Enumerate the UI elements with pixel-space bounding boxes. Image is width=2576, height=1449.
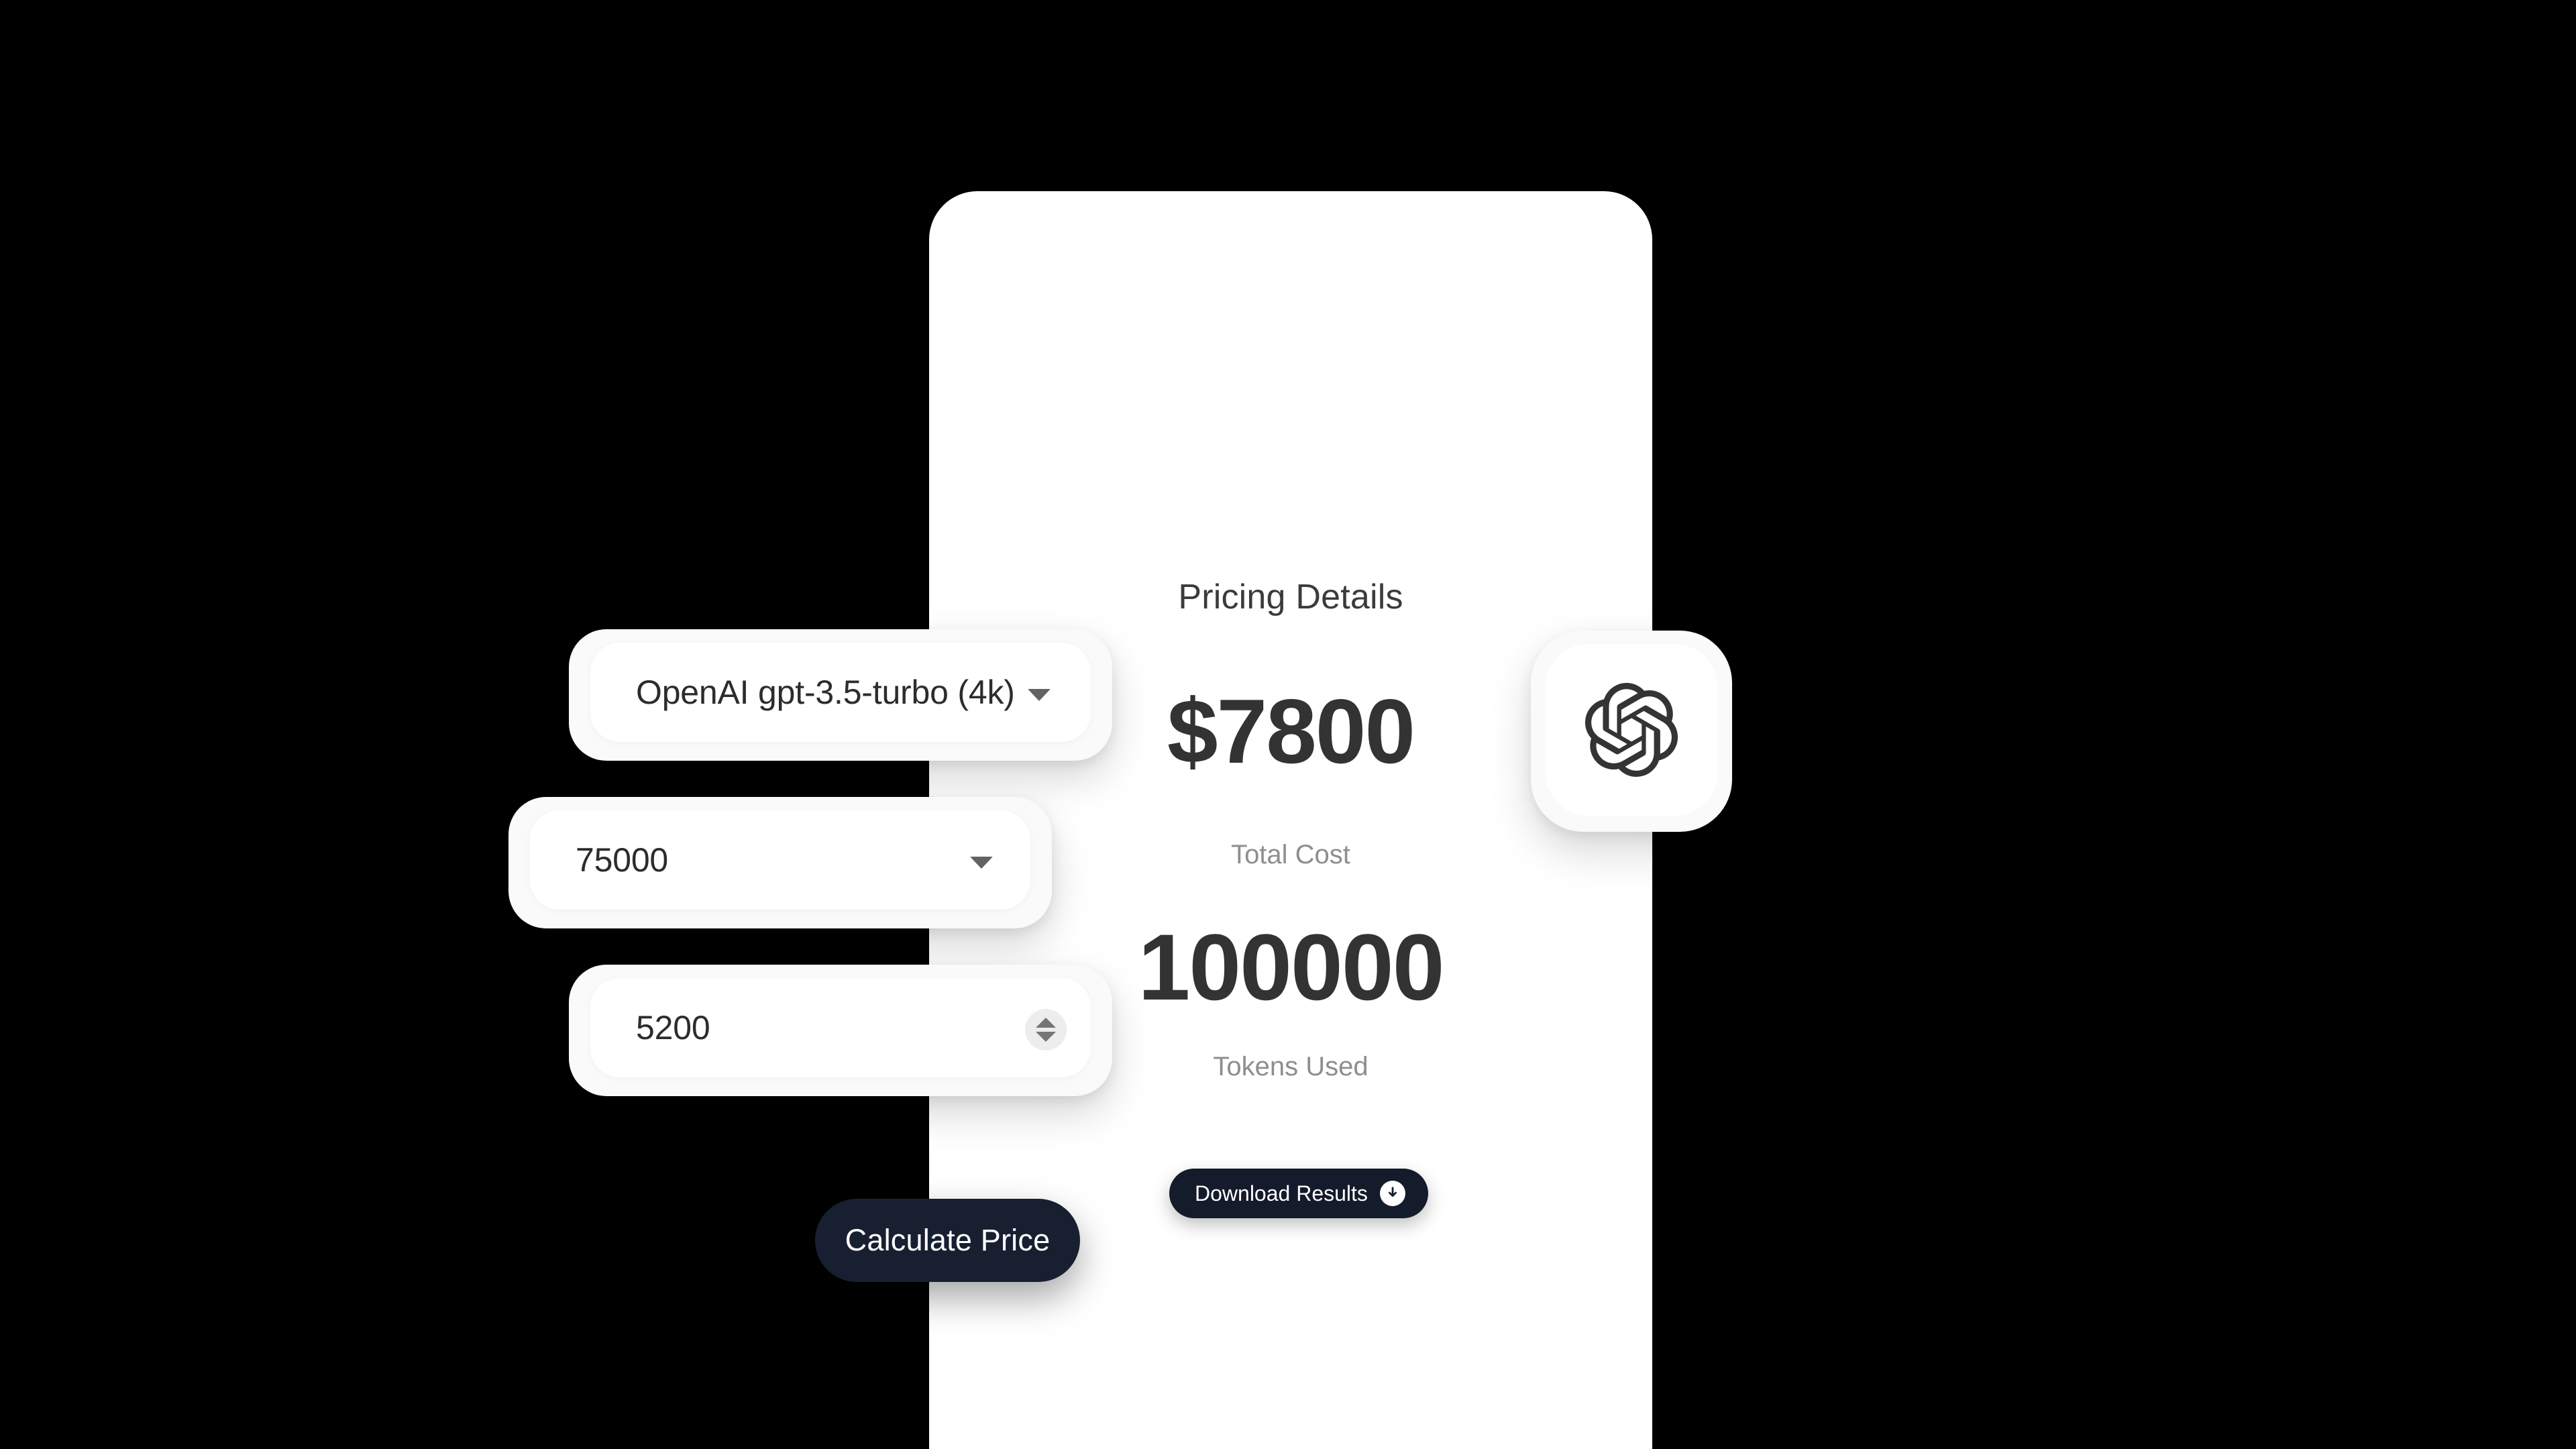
calculate-price-button[interactable]: Calculate Price [815, 1199, 1080, 1282]
rate-input-card[interactable]: 5200 [569, 965, 1112, 1096]
chevron-down-icon[interactable] [970, 857, 993, 869]
openai-logo-icon [1585, 683, 1678, 777]
model-select-card[interactable]: OpenAI gpt-3.5-turbo (4k) [569, 629, 1112, 761]
stepper-down-arrow[interactable] [1036, 1032, 1056, 1042]
tokens-select-card[interactable]: 75000 [508, 797, 1052, 928]
tokens-select-value: 75000 [576, 841, 669, 879]
download-results-button[interactable]: Download Results [1169, 1169, 1428, 1218]
download-results-label: Download Results [1195, 1181, 1368, 1205]
brand-logo-inner [1546, 644, 1717, 816]
model-select-value: OpenAI gpt-3.5-turbo (4k) [636, 674, 1015, 711]
brand-logo-card [1531, 631, 1732, 832]
download-arrow-icon [1379, 1181, 1405, 1206]
tokens-select[interactable]: 75000 [530, 810, 1030, 910]
model-select[interactable]: OpenAI gpt-3.5-turbo (4k) [590, 643, 1091, 742]
chevron-down-icon[interactable] [1028, 689, 1051, 701]
page-title: Pricing Details [1178, 578, 1403, 616]
pricing-section: Pricing Details [929, 577, 1652, 617]
rate-input[interactable]: 5200 [590, 978, 1091, 1077]
stepper-up-arrow[interactable] [1036, 1018, 1056, 1028]
up-down-stepper-icon[interactable] [1025, 1009, 1067, 1051]
screen-root: Pricing Details $7800 Total Cost 100000 … [0, 0, 2576, 1449]
rate-input-value: 5200 [636, 1009, 710, 1046]
